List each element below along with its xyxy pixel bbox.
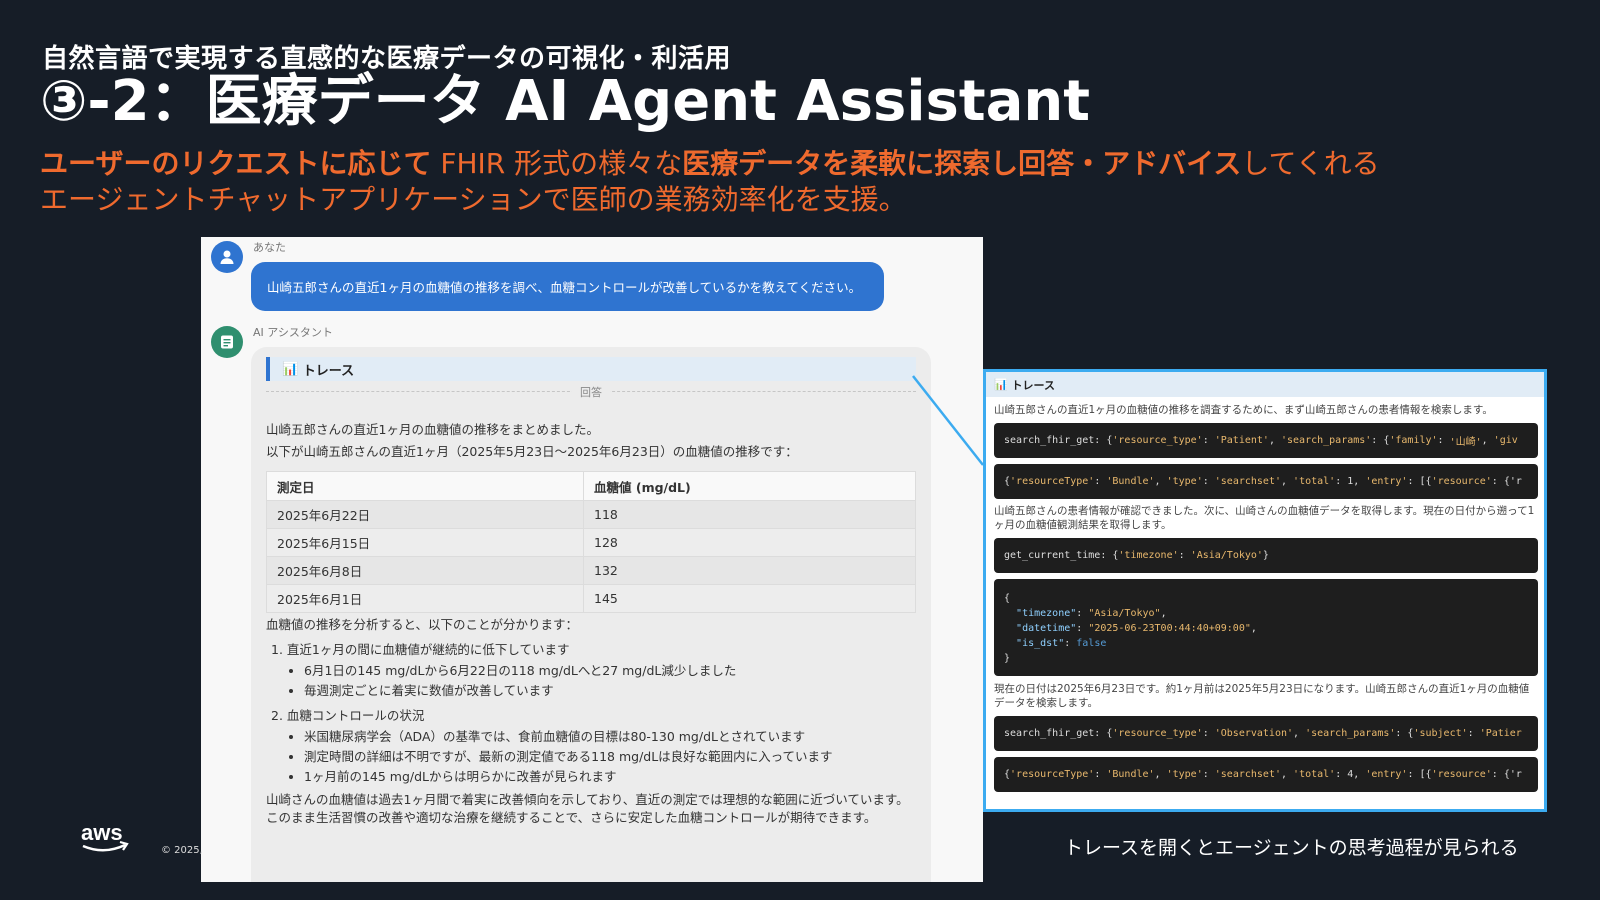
tool-call-search-patient: search_fhir_get: {'resource_type': 'Pati… <box>994 423 1538 458</box>
copyright-text: © 2025, <box>161 845 203 856</box>
trace-step-1: 山崎五郎さんの直近1ヶ月の血糖値の推移を調査するために、まず山崎五郎さんの患者情… <box>994 404 1493 416</box>
tool-call-get-current-time: get_current_time: {'timezone': 'Asia/Tok… <box>994 538 1538 573</box>
tool-call-search-observation: search_fhir_get: {'resource_type': 'Obse… <box>994 716 1538 751</box>
trace-step-2: 山崎五郎さんの患者情報が確認できました。次に、山崎さんの血糖値データを取得します… <box>994 505 1535 531</box>
tool-result-observation-bundle: {'resourceType': 'Bundle', 'type': 'sear… <box>994 757 1538 792</box>
trace-panel-title: トレース <box>1011 378 1055 392</box>
svg-text:aws: aws <box>81 820 123 845</box>
tool-result-current-time: { "timezone": "Asia/Tokyo", "datetime": … <box>994 579 1538 676</box>
aws-logo: aws <box>80 820 132 860</box>
trace-caption: トレースを開くとエージェントの思考過程が見られる <box>1064 837 1519 859</box>
trace-panel-header[interactable]: 📊 トレース <box>986 372 1544 397</box>
chart-icon: 📊 <box>994 378 1008 391</box>
trace-step-3: 現在の日付は2025年6月23日です。約1ヶ月前は2025年5月23日になります… <box>994 683 1530 709</box>
trace-panel: 📊 トレース 山崎五郎さんの直近1ヶ月の血糖値の推移を調査するために、まず山崎五… <box>983 369 1547 812</box>
tool-result-patient-bundle: {'resourceType': 'Bundle', 'type': 'sear… <box>994 464 1538 499</box>
